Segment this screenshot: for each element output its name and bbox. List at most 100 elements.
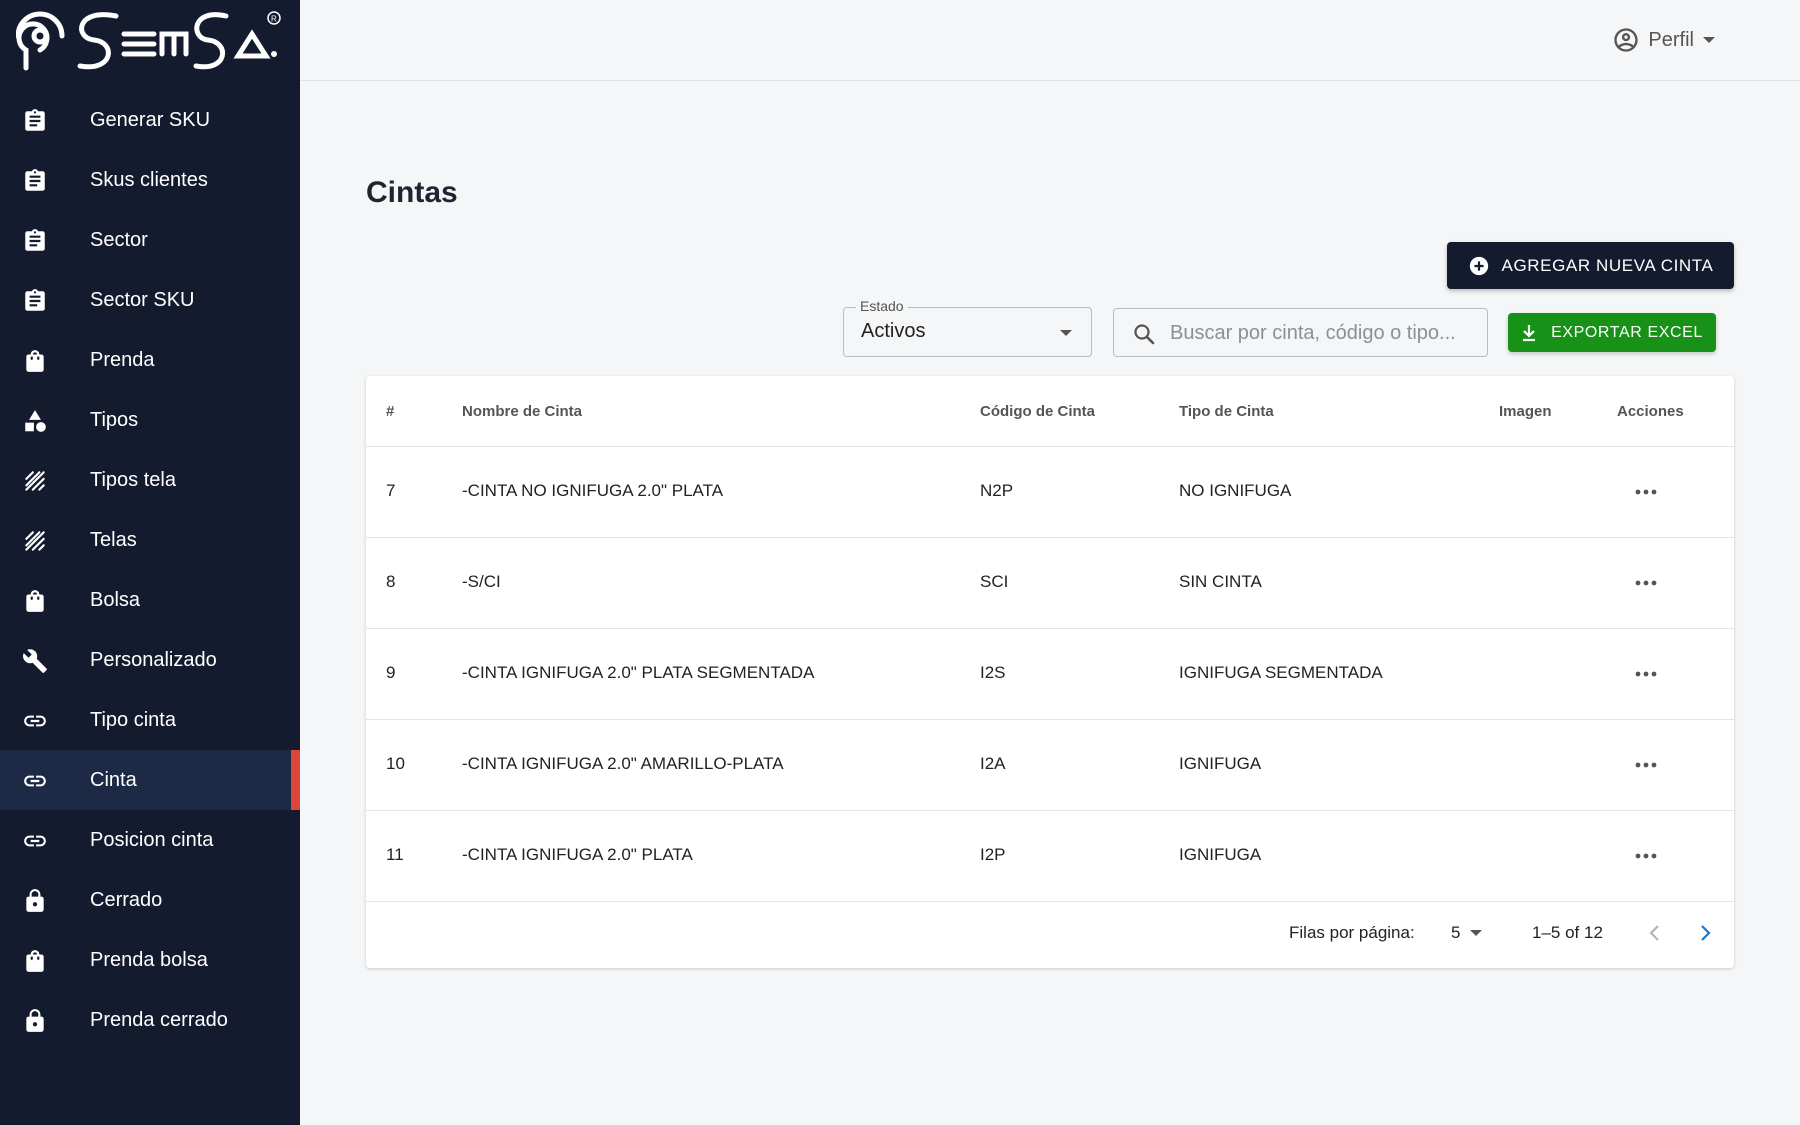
add-cinta-button-label: AGREGAR NUEVA CINTA <box>1501 255 1714 275</box>
link-icon <box>22 828 48 854</box>
sidebar-item-tipos-tela[interactable]: Tipos tela <box>0 450 300 510</box>
clipboard-icon <box>22 228 48 254</box>
cell-num: 10 <box>386 754 405 773</box>
estado-select-label: Estado <box>856 298 908 314</box>
column-header-image: Imagen <box>1499 403 1552 420</box>
cell-name: -S/CI <box>462 572 501 591</box>
link-icon <box>22 768 48 794</box>
lock-icon <box>22 1008 48 1034</box>
export-excel-button-label: EXPORTAR EXCEL <box>1551 323 1703 341</box>
sidebar-nav: Generar SKU Skus clientes Sector Sector … <box>0 90 300 1050</box>
profile-label: Perfil <box>1648 28 1694 51</box>
sidebar-item-label: Cerrado <box>90 888 163 911</box>
pagination-range: 1–5 of 12 <box>1532 923 1603 942</box>
cell-num: 9 <box>386 663 396 682</box>
sidebar-item-telas[interactable]: Telas <box>0 510 300 570</box>
table-row: 8 -S/CI SCI SIN CINTA <box>366 538 1734 629</box>
cell-code: I2A <box>980 754 1006 773</box>
caret-down-icon <box>1060 330 1072 336</box>
profile-menu-button[interactable]: Perfil <box>1612 26 1716 54</box>
cell-name: -CINTA IGNIFUGA 2.0" PLATA <box>462 845 693 864</box>
sidebar-item-cerrado[interactable]: Cerrado <box>0 870 300 930</box>
sidebar-item-label: Tipos tela <box>90 468 176 491</box>
more-horizontal-icon <box>1635 762 1657 768</box>
caret-down-icon <box>1703 37 1715 43</box>
cell-code: I2P <box>980 845 1006 864</box>
search-input[interactable] <box>1170 317 1475 349</box>
cell-type: IGNIFUGA SEGMENTADA <box>1179 663 1383 682</box>
search-icon <box>1134 324 1155 345</box>
previous-page-button[interactable] <box>1643 921 1667 950</box>
more-actions-button[interactable] <box>1630 752 1662 778</box>
table-row: 11 -CINTA IGNIFUGA 2.0" PLATA I2P IGNIFU… <box>366 811 1734 902</box>
clipboard-icon <box>22 108 48 134</box>
sidebar-item-label: Bolsa <box>90 588 141 611</box>
sidebar-item-label: Personalizado <box>90 648 217 671</box>
chevron-left-icon <box>1649 925 1659 941</box>
clipboard-icon <box>22 168 48 194</box>
add-cinta-button[interactable]: AGREGAR NUEVA CINTA <box>1447 242 1734 289</box>
semsa-logo: R <box>16 11 281 71</box>
sidebar: R Generar SKU Skus clientes Sector Secto… <box>0 0 300 1125</box>
cell-num: 7 <box>386 481 396 500</box>
sidebar-item-label: Tipo cinta <box>90 708 176 731</box>
sidebar-item-skus-clientes[interactable]: Skus clientes <box>0 150 300 210</box>
export-excel-button[interactable]: EXPORTAR EXCEL <box>1508 313 1716 352</box>
more-horizontal-icon <box>1635 853 1657 859</box>
shopping-bag-icon <box>22 348 48 374</box>
sidebar-item-prenda-bolsa[interactable]: Prenda bolsa <box>0 930 300 990</box>
table-row: 9 -CINTA IGNIFUGA 2.0" PLATA SEGMENTADA … <box>366 629 1734 720</box>
cell-type: NO IGNIFUGA <box>1179 481 1292 500</box>
download-icon <box>1523 324 1536 341</box>
cell-code: SCI <box>980 572 1009 591</box>
page-title: Cintas <box>366 176 458 209</box>
rows-per-page-select[interactable]: 5 <box>1451 923 1483 943</box>
more-actions-button[interactable] <box>1630 843 1662 869</box>
more-actions-button[interactable] <box>1630 570 1662 596</box>
sidebar-item-label: Prenda <box>90 348 155 371</box>
sidebar-item-bolsa[interactable]: Bolsa <box>0 570 300 630</box>
sidebar-item-label: Prenda bolsa <box>90 948 208 971</box>
sidebar-item-tipo-cinta[interactable]: Tipo cinta <box>0 690 300 750</box>
next-page-button[interactable] <box>1693 921 1717 950</box>
sidebar-item-posicion-cinta[interactable]: Posicion cinta <box>0 810 300 870</box>
texture-icon <box>22 528 48 554</box>
table-row: 10 -CINTA IGNIFUGA 2.0" AMARILLO-PLATA I… <box>366 720 1734 811</box>
estado-select[interactable]: Estado Activos <box>843 298 1092 357</box>
cintas-table: # Nombre de Cinta Código de Cinta Tipo d… <box>366 376 1734 968</box>
clipboard-icon <box>22 288 48 314</box>
sidebar-item-cinta[interactable]: Cinta <box>0 750 300 810</box>
sidebar-item-label: Sector SKU <box>90 288 195 311</box>
sidebar-item-label: Skus clientes <box>90 168 208 191</box>
more-horizontal-icon <box>1635 580 1657 586</box>
sidebar-item-personalizado[interactable]: Personalizado <box>0 630 300 690</box>
sidebar-item-label: Cinta <box>90 768 137 791</box>
sidebar-item-sector-sku[interactable]: Sector SKU <box>0 270 300 330</box>
svg-text:R: R <box>271 15 277 24</box>
sidebar-item-prenda-cerrado[interactable]: Prenda cerrado <box>0 990 300 1050</box>
sidebar-item-sector[interactable]: Sector <box>0 210 300 270</box>
table-header: # Nombre de Cinta Código de Cinta Tipo d… <box>366 376 1734 447</box>
estado-select-value: Activos <box>861 320 926 342</box>
lock-icon <box>22 888 48 914</box>
cell-type: SIN CINTA <box>1179 572 1262 591</box>
sidebar-item-generar-sku[interactable]: Generar SKU <box>0 90 300 150</box>
top-bar: Perfil <box>300 0 1800 81</box>
caret-down-icon <box>1470 929 1483 936</box>
cell-type: IGNIFUGA <box>1179 754 1262 773</box>
search-field <box>1113 308 1488 357</box>
wrench-icon <box>22 648 48 674</box>
chevron-right-icon <box>1701 925 1711 941</box>
more-actions-button[interactable] <box>1630 661 1662 687</box>
cell-num: 11 <box>386 845 404 864</box>
link-icon <box>22 708 48 734</box>
sidebar-item-label: Generar SKU <box>90 108 211 131</box>
more-actions-button[interactable] <box>1630 479 1662 505</box>
sidebar-item-label: Posicion cinta <box>90 828 214 851</box>
sidebar-item-label: Telas <box>90 528 137 551</box>
sidebar-item-tipos[interactable]: Tipos <box>0 390 300 450</box>
cell-type: IGNIFUGA <box>1179 845 1262 864</box>
column-header-type: Tipo de Cinta <box>1179 403 1274 420</box>
cell-name: -CINTA NO IGNIFUGA 2.0" PLATA <box>462 481 724 500</box>
sidebar-item-prenda[interactable]: Prenda <box>0 330 300 390</box>
